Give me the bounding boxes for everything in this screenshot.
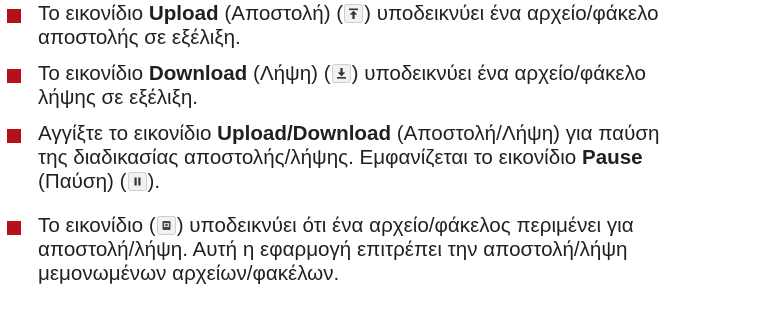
list-item-text: Αγγίξτε το εικονίδιο Upload/Download (Απ… [38,122,768,194]
text-run: (Αποστολή) ( [218,2,344,25]
list-item-text: Το εικονίδιο Download (Λήψη) ( ) υποδεικν… [38,62,768,110]
term-download: Download [148,62,248,85]
text-run: Το εικονίδιο ( [38,214,156,237]
upload-icon [344,4,364,23]
text-line: μεμονωμένων αρχείων/φακέλων. [38,262,340,285]
text-run: ) υποδεικνύει ένα αρχείο/φάκελο [364,2,659,25]
text-line: αποστολή/λήψη. Αυτή η εφαρμογή επιτρέπει… [38,238,628,261]
bullet-square [7,129,21,143]
bullet-square [7,221,21,235]
text-run: Το εικονίδιο [38,62,149,85]
list-item-text: Το εικονίδιο ( ) υποδεικνύει ότι ένα αρχε… [38,214,768,286]
list-item-text: Το εικονίδιο Upload (Αποστολή) ( ) υποδει… [38,2,768,50]
term-upload-download: Upload/Download [217,122,392,145]
waiting-icon [156,216,176,235]
bullet-square [7,69,21,83]
text-run: (Αποστολή/Λήψη) για παύση [391,122,660,145]
text-line: αποστολής σε εξέλιξη. [38,26,241,49]
text-run: της διαδικασίας αποστολής/λήψης. Εμφανίζ… [38,146,582,169]
text-run: ) υποδεικνύει ένα αρχείο/φάκελο [351,62,647,85]
text-line: λήψης σε εξέλιξη. [38,86,198,109]
text-run: ). [147,170,161,193]
term-pause: Pause [581,146,643,169]
term-upload: Upload [148,2,219,25]
text-run: (Παύση) ( [38,170,127,193]
text-run: Το εικονίδιο [38,2,149,25]
download-icon [331,64,351,83]
bullet-square [7,9,21,23]
text-run: Αγγίξτε το εικονίδιο [38,122,218,145]
text-run: ) υποδεικνύει ότι ένα αρχείο/φάκελος περ… [176,214,634,237]
pause-icon [127,172,147,191]
text-run: (Λήψη) ( [247,62,331,85]
